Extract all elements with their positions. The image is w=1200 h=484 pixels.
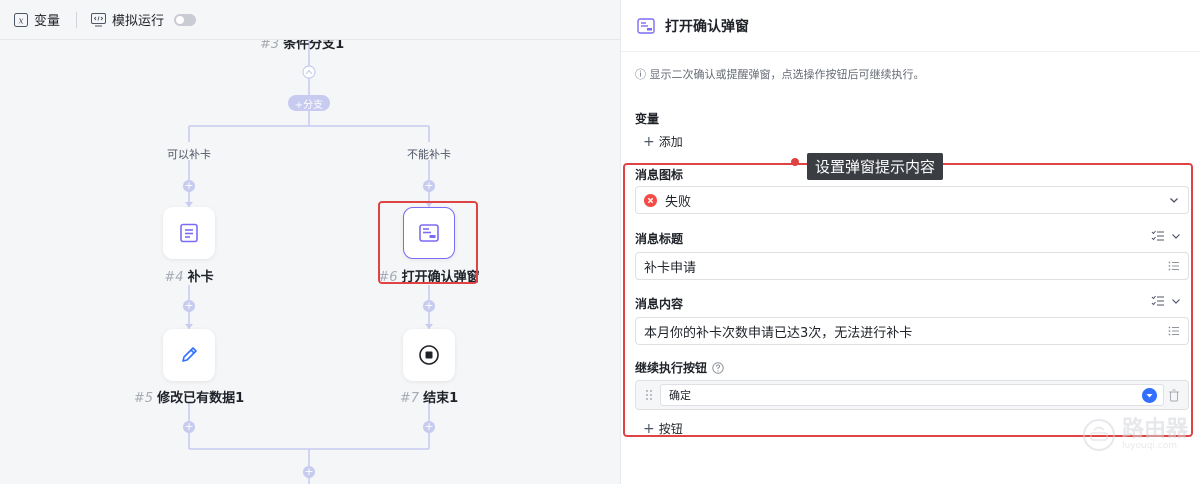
add-node-plus[interactable]: + bbox=[423, 421, 435, 433]
plus-icon: + bbox=[643, 421, 655, 437]
branch-label-cannot: 不能补卡 bbox=[407, 148, 451, 161]
message-title-tools bbox=[1151, 230, 1181, 242]
list-format-icon[interactable] bbox=[1151, 230, 1165, 242]
annotation-callout: 设置弹窗提示内容 bbox=[807, 153, 944, 180]
chevron-down-icon bbox=[1170, 198, 1178, 203]
plus-icon: + bbox=[643, 134, 655, 150]
message-title-label: 消息标题 bbox=[635, 232, 684, 246]
simulate-toggle[interactable] bbox=[174, 13, 197, 26]
variables-section-title: 变量 bbox=[635, 112, 660, 126]
watermark-sub: luyouqi.com bbox=[1121, 441, 1178, 451]
add-node-plus[interactable]: + bbox=[303, 466, 315, 478]
simulate-run-button[interactable]: 模拟运行 bbox=[91, 10, 197, 29]
properties-panel: 打开确认弹窗 ⓘ 显示二次确认或提醒弹窗，点选操作按钮后可继续执行。 变量 + 添… bbox=[620, 0, 1200, 484]
drag-handle-icon[interactable] bbox=[645, 389, 653, 401]
svg-text:x: x bbox=[18, 16, 23, 26]
branch-label-can: 可以补卡 bbox=[167, 148, 211, 161]
panel-title: 打开确认弹窗 bbox=[665, 18, 749, 35]
continue-button-row: 确定 bbox=[635, 380, 1189, 410]
router-logo-icon bbox=[1082, 419, 1115, 451]
message-icon-select[interactable]: 失败 bbox=[635, 186, 1189, 214]
button-label-value: 确定 bbox=[669, 389, 691, 402]
app-root: x 变量 模拟运行 #3 条件分支1 +分支 可以补卡 不能补卡 + + + +… bbox=[0, 0, 1200, 484]
panel-description: ⓘ 显示二次确认或提醒弹窗，点选操作按钮后可继续执行。 bbox=[635, 68, 925, 81]
error-icon bbox=[644, 193, 657, 207]
simulate-run-label: 模拟运行 bbox=[112, 14, 165, 29]
node-label: #7 结束1 bbox=[399, 391, 459, 406]
add-node-plus[interactable]: + bbox=[183, 300, 195, 312]
callout-dot bbox=[791, 158, 799, 166]
message-content-label: 消息内容 bbox=[635, 297, 684, 311]
node-label: #6 打开确认弹窗 bbox=[378, 270, 480, 285]
button-label-input[interactable]: 确定 bbox=[660, 384, 1164, 406]
message-title-input[interactable]: 补卡申请 bbox=[635, 252, 1189, 280]
variables-button[interactable]: x 变量 bbox=[14, 10, 60, 29]
node-form-fill[interactable] bbox=[163, 207, 215, 259]
help-icon[interactable] bbox=[712, 361, 724, 374]
message-icon-title: 消息图标 bbox=[635, 168, 684, 182]
node-label: #5 修改已有数据1 bbox=[133, 391, 245, 406]
flow-canvas[interactable]: x 变量 模拟运行 #3 条件分支1 +分支 可以补卡 不能补卡 + + + +… bbox=[0, 0, 620, 484]
list-icon[interactable] bbox=[1168, 325, 1180, 337]
code-window-icon bbox=[91, 12, 107, 26]
variable-icon: x bbox=[14, 12, 28, 27]
message-content-input[interactable]: 本月你的补卡次数申请已达3次，无法进行补卡 bbox=[635, 317, 1189, 345]
flow-connectors bbox=[185, 40, 433, 484]
watermark-text: 路由器 bbox=[1121, 417, 1188, 442]
add-node-plus[interactable]: + bbox=[423, 300, 435, 312]
dialog-icon bbox=[419, 224, 439, 242]
list-format-icon[interactable] bbox=[1151, 295, 1165, 307]
add-node-plus[interactable]: + bbox=[183, 421, 195, 433]
add-node-plus[interactable]: + bbox=[423, 180, 435, 192]
list-icon[interactable] bbox=[1168, 260, 1180, 272]
stop-icon bbox=[419, 345, 439, 365]
dropdown-toggle-icon[interactable] bbox=[1142, 388, 1157, 403]
form-icon bbox=[180, 223, 198, 243]
trash-icon[interactable] bbox=[1168, 389, 1180, 402]
canvas-toolbar: x 变量 模拟运行 bbox=[0, 0, 620, 40]
chevron-down-icon[interactable] bbox=[1171, 296, 1181, 306]
node-label: #4 补卡 bbox=[164, 270, 214, 285]
dialog-icon bbox=[637, 17, 655, 34]
toolbar-divider bbox=[76, 11, 78, 28]
message-icon-value: 失败 bbox=[665, 194, 692, 210]
chevron-down-icon[interactable] bbox=[1171, 231, 1181, 241]
add-button-link[interactable]: + 按钮 bbox=[643, 420, 683, 437]
watermark: 路由器 luyouqi.com bbox=[1082, 418, 1188, 452]
pencil-icon bbox=[182, 347, 197, 362]
node-confirm-dialog[interactable] bbox=[403, 207, 455, 259]
message-title-value: 补卡申请 bbox=[644, 260, 697, 276]
add-node-plus[interactable]: + bbox=[183, 180, 195, 192]
panel-header: 打开确认弹窗 bbox=[621, 0, 1200, 52]
message-content-value: 本月你的补卡次数申请已达3次，无法进行补卡 bbox=[644, 325, 913, 341]
node-edit-data[interactable] bbox=[163, 329, 215, 381]
continue-button-section: 继续执行按钮 bbox=[635, 359, 724, 376]
node-end[interactable] bbox=[403, 329, 455, 381]
add-branch-button[interactable]: +分支 bbox=[288, 95, 330, 111]
variables-label: 变量 bbox=[34, 14, 61, 29]
continue-button-title: 继续执行按钮 bbox=[635, 361, 708, 375]
add-variable-button[interactable]: + 添加 bbox=[643, 133, 683, 150]
message-content-tools bbox=[1151, 295, 1181, 307]
